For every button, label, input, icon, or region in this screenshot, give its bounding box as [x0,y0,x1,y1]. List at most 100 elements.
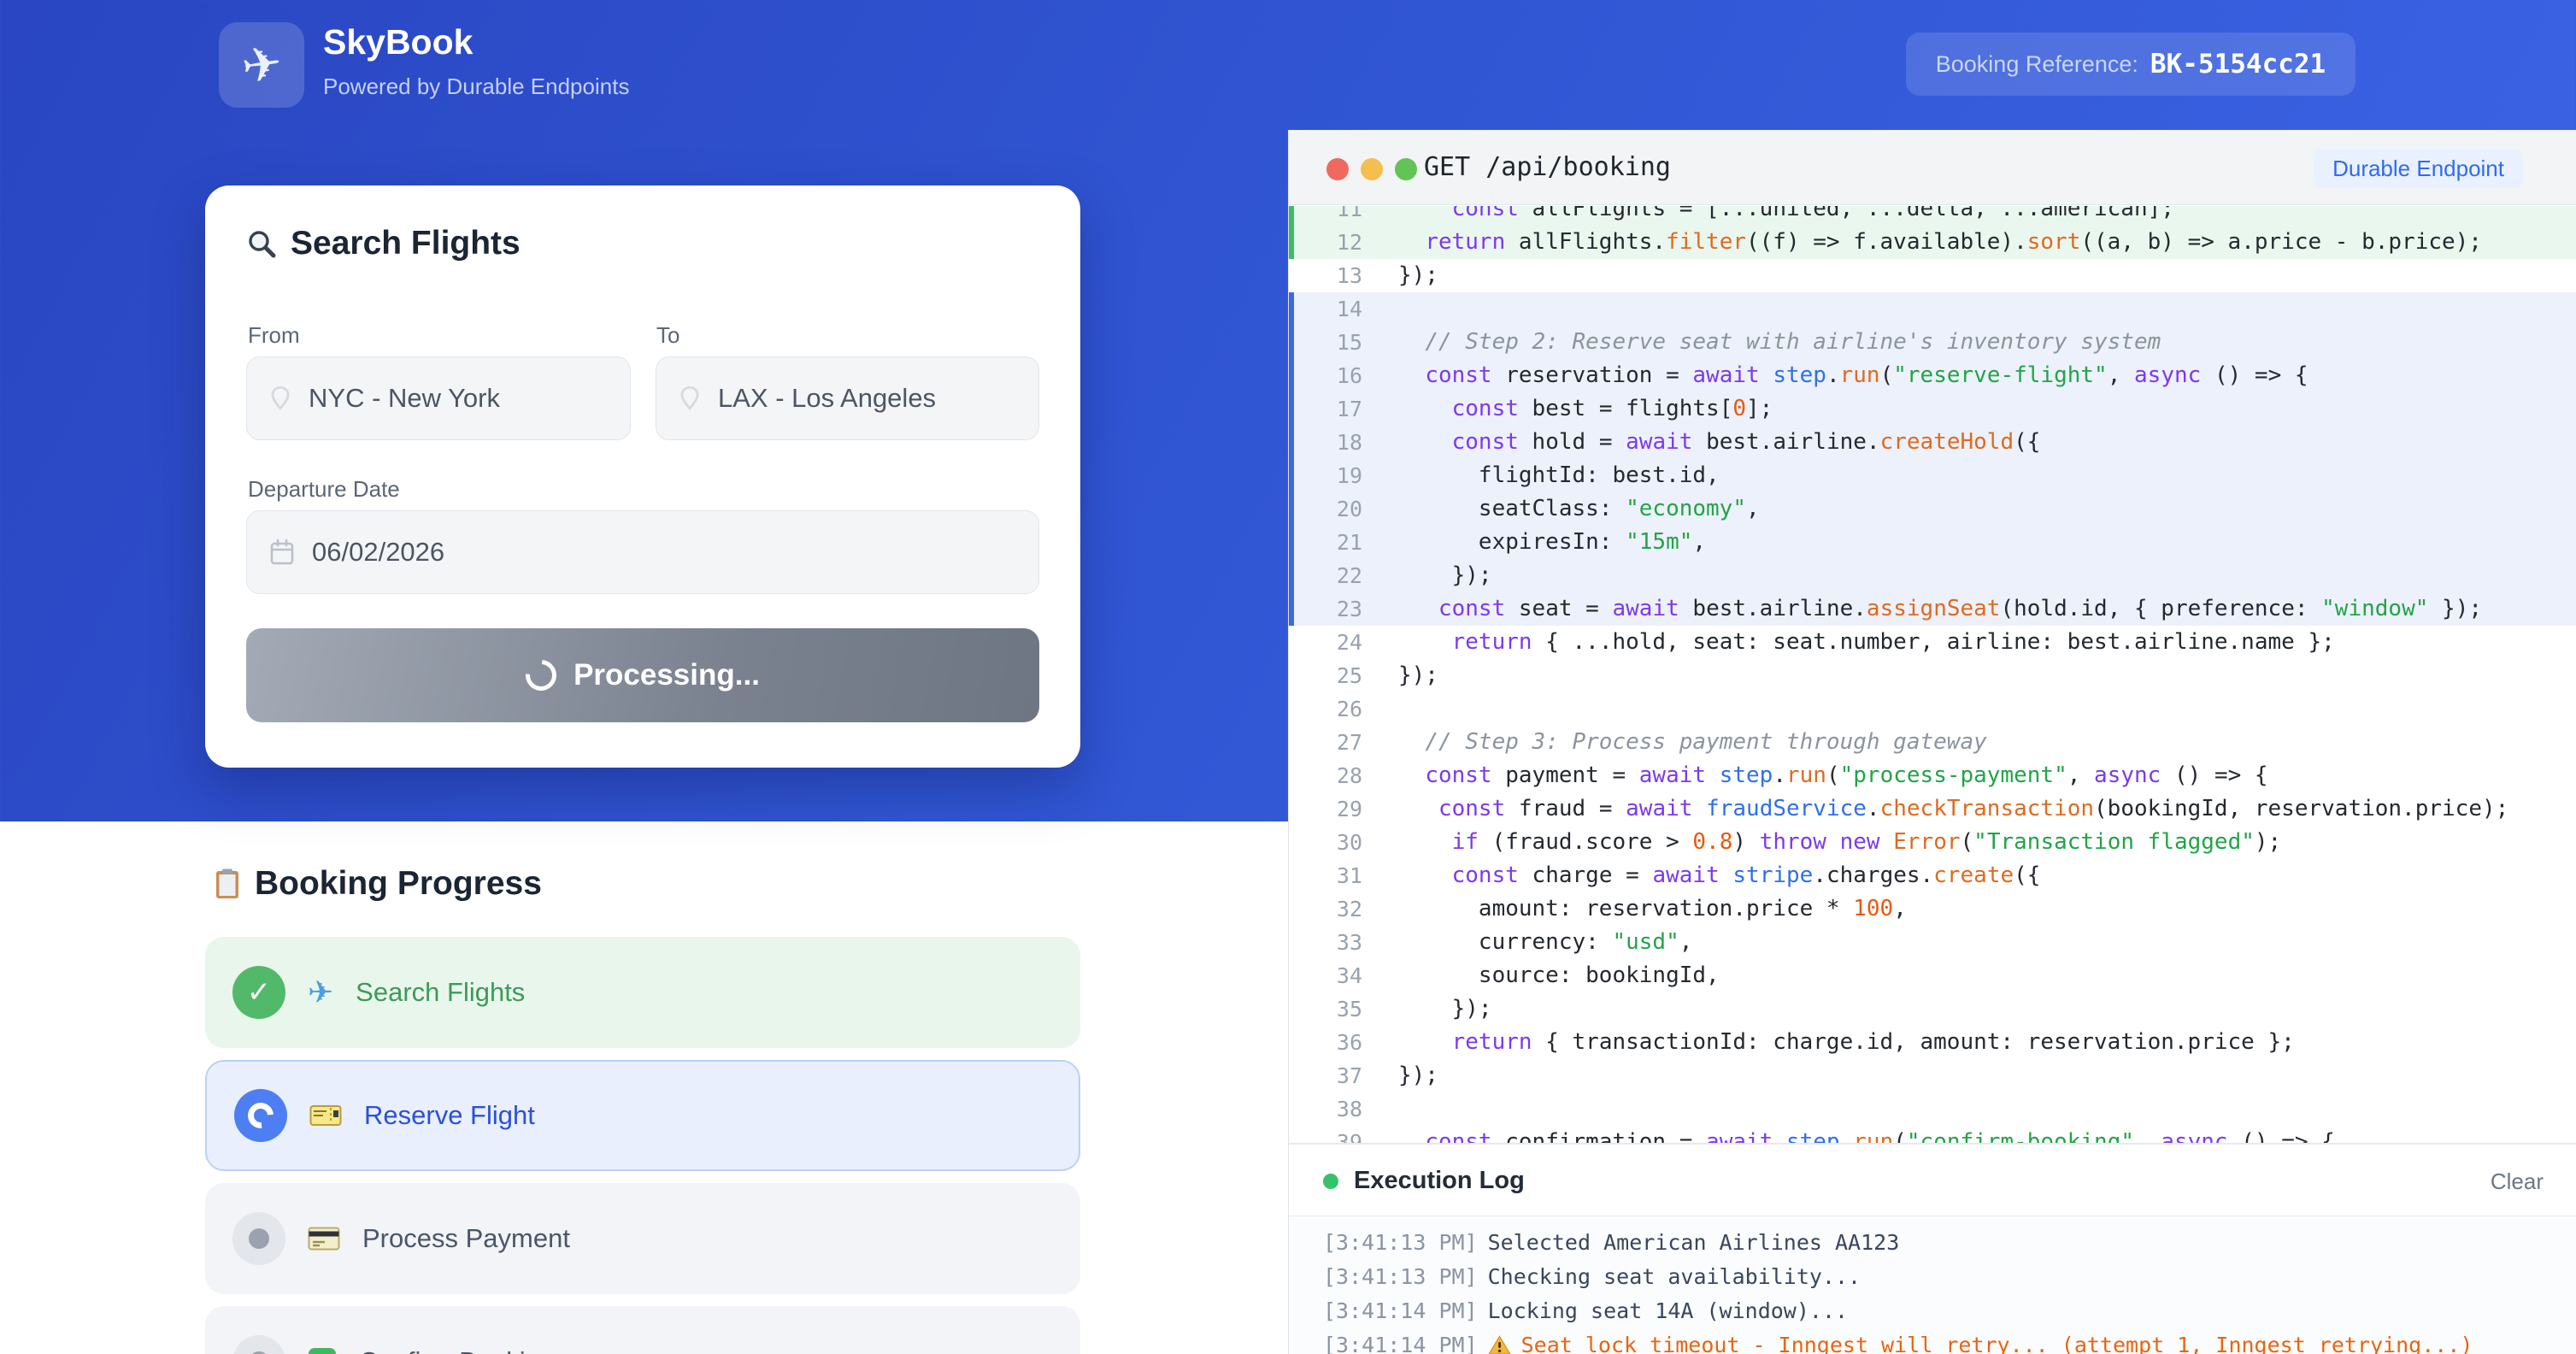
to-field[interactable] [656,356,1039,440]
execution-log-header: Execution Log Clear [1289,1143,2576,1216]
line-number: 36 [1294,1026,1376,1059]
from-input[interactable] [309,383,609,414]
code-text: currency: "usd", [1376,926,1692,959]
code-text: }); [1376,992,1492,1026]
date-field[interactable] [246,510,1039,594]
from-field-label: From [248,322,300,349]
to-input[interactable] [718,383,1018,414]
log-timestamp: [3:41:14 PM] [1323,1328,1478,1354]
window-dot-red[interactable] [1326,158,1349,180]
log-entry: [3:41:14 PM] Seat lock timeout - Inngest … [1323,1328,2576,1354]
window-dot-green[interactable] [1395,158,1417,180]
processing-button[interactable]: Processing... [246,628,1039,722]
progress-step: Process Payment [205,1183,1080,1294]
line-number: 29 [1294,792,1376,826]
execution-log-list[interactable]: [3:41:13 PM]Selected American Airlines A… [1289,1217,2576,1354]
code-line: 11 const allFlights = [...united, ...del… [1289,206,2576,226]
line-number: 16 [1294,359,1376,392]
code-line: 16 const reservation = await step.run("r… [1289,359,2576,392]
line-number: 14 [1294,292,1376,326]
code-line: 35 }); [1289,992,2576,1026]
line-number: 17 [1294,392,1376,426]
booking-progress-title: Booking Progress [255,865,542,903]
step-status-circle [234,1089,287,1142]
execution-log-title: Execution Log [1354,1167,1525,1195]
code-line: 32 amount: reservation.price * 100, [1289,892,2576,926]
search-card-title: Search Flights [291,225,520,262]
code-text: return { transactionId: charge.id, amoun… [1376,1026,2295,1059]
app-tagline: Powered by Durable Endpoints [323,74,629,100]
log-message: Locking seat 14A (window)... [1488,1294,1848,1328]
credit-card-icon [308,1226,340,1251]
code-text: }); [1376,559,1492,592]
line-number: 35 [1294,992,1376,1026]
code-line: 25}); [1289,659,2576,692]
line-number: 25 [1294,659,1376,692]
pending-dot-icon [249,1228,269,1249]
code-line: 23 const seat = await best.airline.assig… [1289,592,2576,626]
line-number: 12 [1294,226,1376,259]
code-text: return { ...hold, seat: seat.number, air… [1376,626,2335,659]
location-pin-icon [268,385,293,412]
code-line: 20 seatClass: "economy", [1289,492,2576,526]
code-text: const allFlights = [...united, ...delta,… [1376,206,2174,226]
line-number: 18 [1294,426,1376,459]
code-line: 28 const payment = await step.run("proce… [1289,759,2576,792]
log-entry: [3:41:14 PM]Locking seat 14A (window)... [1323,1294,2576,1328]
check-icon: ✓ [247,975,272,1010]
from-field[interactable] [246,356,631,440]
line-number: 38 [1294,1092,1376,1126]
line-number: 37 [1294,1059,1376,1092]
code-text [1376,692,1398,726]
to-field-label: To [656,322,679,349]
code-text: if (fraud.score > 0.8) throw new Error("… [1376,826,2281,859]
processing-label: Processing... [573,658,760,692]
clear-button[interactable]: Clear [2491,1169,2544,1195]
line-number: 30 [1294,826,1376,859]
endpoint-method-path: GET /api/booking [1424,152,1671,182]
code-text: amount: reservation.price * 100, [1376,892,1907,926]
line-number: 22 [1294,559,1376,592]
code-text: const reservation = await step.run("rese… [1376,359,2308,392]
code-line: 17 const best = flights[0]; [1289,392,2576,426]
log-message: Seat lock timeout - Inngest will retry..… [1521,1328,2473,1354]
code-line: 15 // Step 2: Reserve seat with airline'… [1289,326,2576,359]
code-text: // Step 3: Process payment through gatew… [1376,726,1987,759]
step-status-circle [232,1212,285,1265]
line-number: 33 [1294,926,1376,959]
code-line: 13}); [1289,259,2576,292]
line-number: 28 [1294,759,1376,792]
code-text: const fraud = await fraudService.checkTr… [1376,792,2508,826]
check-box-icon [308,1347,337,1354]
step-label: Process Payment [362,1223,570,1254]
spinner-icon [520,654,563,698]
line-number: 34 [1294,959,1376,992]
code-line: 18 const hold = await best.airline.creat… [1289,426,2576,459]
code-line: 21 expiresIn: "15m", [1289,526,2576,559]
code-line: 38 [1289,1092,2576,1126]
status-dot-icon [1323,1174,1338,1189]
step-label: Confirm Booking [359,1346,555,1354]
line-number: 21 [1294,526,1376,559]
code-text: }); [1376,1059,1438,1092]
search-flights-card: Search Flights From To Departure Date Pr… [205,185,1080,768]
line-number: 11 [1294,206,1376,226]
step-status-circle: ✓ [232,966,285,1019]
date-input[interactable] [312,537,1018,568]
magnifier-icon [246,228,277,259]
line-number: 13 [1294,259,1376,292]
code-line: 12 return allFlights.filter((f) => f.ava… [1289,226,2576,259]
code-editor[interactable]: 11 const allFlights = [...united, ...del… [1289,206,2576,1143]
window-dot-yellow[interactable] [1361,158,1383,180]
progress-step: ✓✈Search Flights [205,937,1080,1048]
code-line: 39 const confirmation = await step.run("… [1289,1126,2576,1143]
code-text: flightId: best.id, [1376,459,1720,492]
code-text: }); [1376,259,1438,292]
step-label: Search Flights [356,977,525,1008]
code-text: const payment = await step.run("process-… [1376,759,2268,792]
code-line: 22 }); [1289,559,2576,592]
code-text: expiresIn: "15m", [1376,526,1706,559]
code-line: 34 source: bookingId, [1289,959,2576,992]
log-message: Selected American Airlines AA123 [1488,1226,1900,1260]
line-number: 19 [1294,459,1376,492]
